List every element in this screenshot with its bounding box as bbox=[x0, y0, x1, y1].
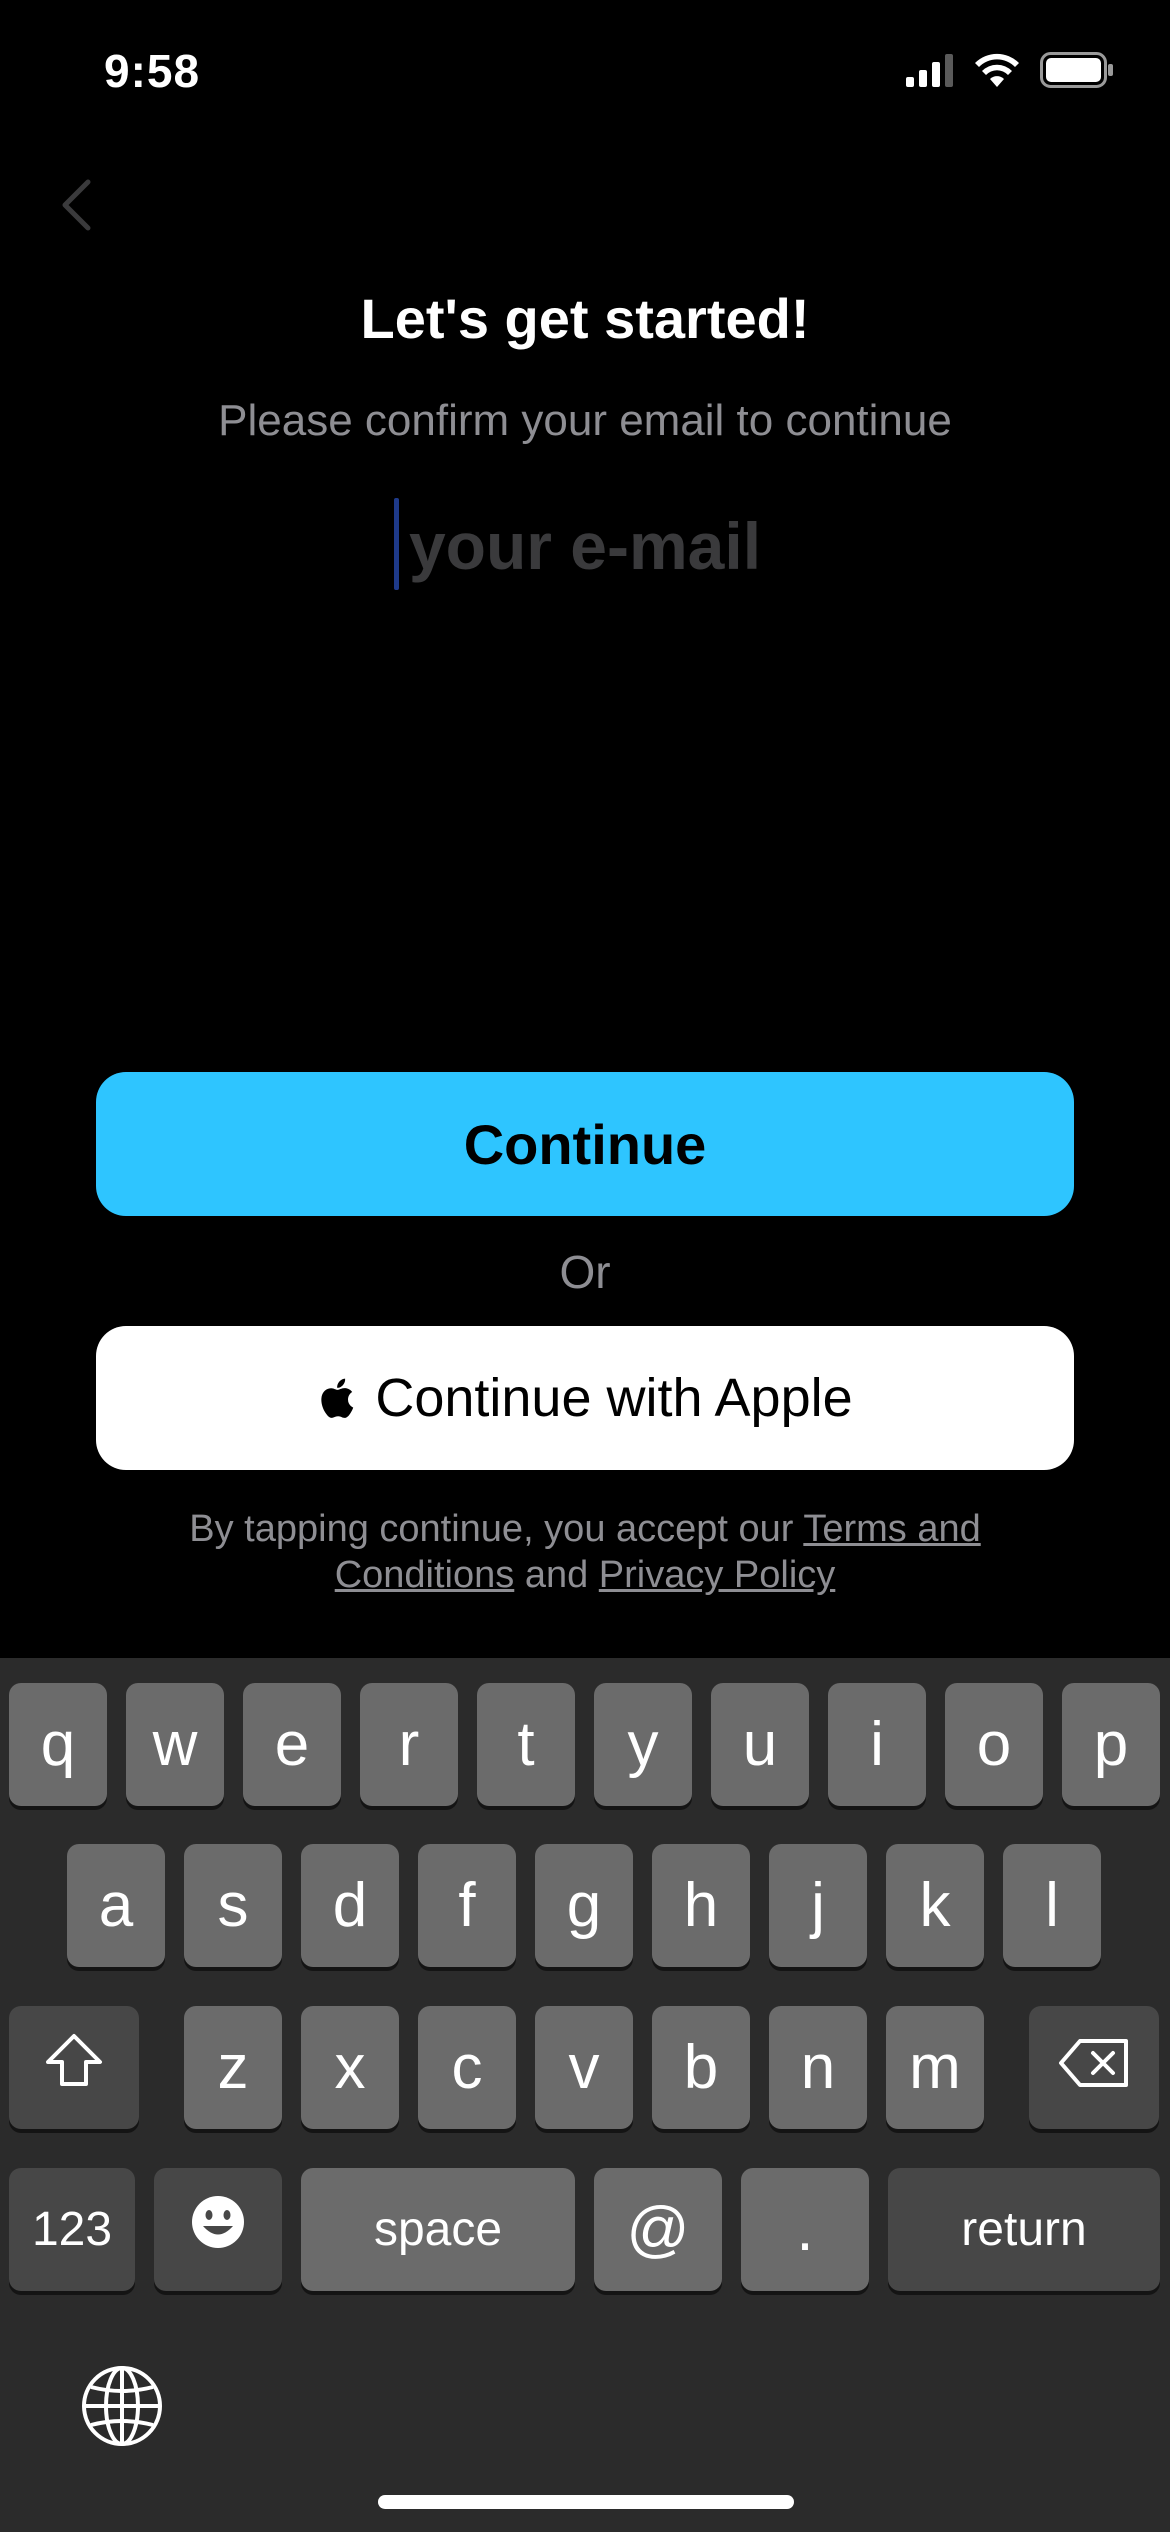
globe-icon bbox=[81, 2365, 163, 2452]
privacy-policy-link[interactable]: Privacy Policy bbox=[599, 1554, 836, 1596]
key-n[interactable]: n bbox=[769, 2006, 867, 2129]
key-t[interactable]: t bbox=[477, 1683, 575, 1806]
shift-key[interactable] bbox=[9, 2006, 139, 2129]
key-c[interactable]: c bbox=[418, 2006, 516, 2129]
key-o[interactable]: o bbox=[945, 1683, 1043, 1806]
key-s[interactable]: s bbox=[184, 1844, 282, 1967]
key-p[interactable]: p bbox=[1062, 1683, 1160, 1806]
page-title: Let's get started! bbox=[360, 287, 810, 350]
apple-logo-icon bbox=[317, 1375, 355, 1421]
key-b[interactable]: b bbox=[652, 2006, 750, 2129]
backspace-icon bbox=[1058, 2032, 1130, 2103]
key-i[interactable]: i bbox=[828, 1683, 926, 1806]
dot-key[interactable]: . bbox=[741, 2168, 869, 2291]
key-u[interactable]: u bbox=[711, 1683, 809, 1806]
cellular-signal-icon bbox=[906, 53, 954, 92]
terms-notice: By tapping continue, you accept our Term… bbox=[120, 1506, 1050, 1598]
key-v[interactable]: v bbox=[535, 2006, 633, 2129]
battery-icon bbox=[1040, 52, 1114, 93]
status-time: 9:58 bbox=[104, 45, 201, 97]
delete-key[interactable] bbox=[1029, 2006, 1159, 2129]
status-icons bbox=[906, 52, 1114, 93]
or-divider-label: Or bbox=[559, 1246, 611, 1298]
email-field[interactable] bbox=[285, 508, 885, 584]
shift-arrow-icon bbox=[44, 2032, 104, 2103]
chevron-left-icon bbox=[60, 179, 92, 236]
key-l[interactable]: l bbox=[1003, 1844, 1101, 1967]
key-k[interactable]: k bbox=[886, 1844, 984, 1967]
key-j[interactable]: j bbox=[769, 1844, 867, 1967]
globe-key[interactable] bbox=[80, 2365, 164, 2452]
emoji-smiley-icon bbox=[189, 2193, 247, 2266]
terms-middle: and bbox=[514, 1554, 599, 1596]
key-r[interactable]: r bbox=[360, 1683, 458, 1806]
key-h[interactable]: h bbox=[652, 1844, 750, 1967]
space-key[interactable]: space bbox=[301, 2168, 575, 2291]
continue-button-label: Continue bbox=[463, 1112, 707, 1176]
key-g[interactable]: g bbox=[535, 1844, 633, 1967]
key-d[interactable]: d bbox=[301, 1844, 399, 1967]
key-x[interactable]: x bbox=[301, 2006, 399, 2129]
key-q[interactable]: q bbox=[9, 1683, 107, 1806]
key-z[interactable]: z bbox=[184, 2006, 282, 2129]
home-indicator[interactable] bbox=[378, 2495, 794, 2509]
at-key[interactable]: @ bbox=[594, 2168, 722, 2291]
key-y[interactable]: y bbox=[594, 1683, 692, 1806]
key-m[interactable]: m bbox=[886, 2006, 984, 2129]
key-w[interactable]: w bbox=[126, 1683, 224, 1806]
email-field-container bbox=[0, 496, 1170, 596]
continue-button[interactable]: Continue bbox=[96, 1072, 1074, 1216]
apple-button-label: Continue with Apple bbox=[375, 1368, 853, 1428]
page-subtitle: Please confirm your email to continue bbox=[218, 396, 952, 445]
back-button[interactable] bbox=[48, 172, 104, 242]
key-e[interactable]: e bbox=[243, 1683, 341, 1806]
key-a[interactable]: a bbox=[67, 1844, 165, 1967]
return-key[interactable]: return bbox=[888, 2168, 1160, 2291]
numbers-key[interactable]: 123 bbox=[9, 2168, 135, 2291]
key-f[interactable]: f bbox=[418, 1844, 516, 1967]
continue-with-apple-button[interactable]: Continue with Apple bbox=[96, 1326, 1074, 1470]
text-caret bbox=[394, 498, 399, 590]
terms-prefix: By tapping continue, you accept our bbox=[189, 1508, 804, 1550]
emoji-key[interactable] bbox=[154, 2168, 282, 2291]
wifi-icon bbox=[974, 53, 1020, 92]
keyboard: q w e r t y u i o p a s d f g h j k l z … bbox=[0, 1658, 1170, 2532]
